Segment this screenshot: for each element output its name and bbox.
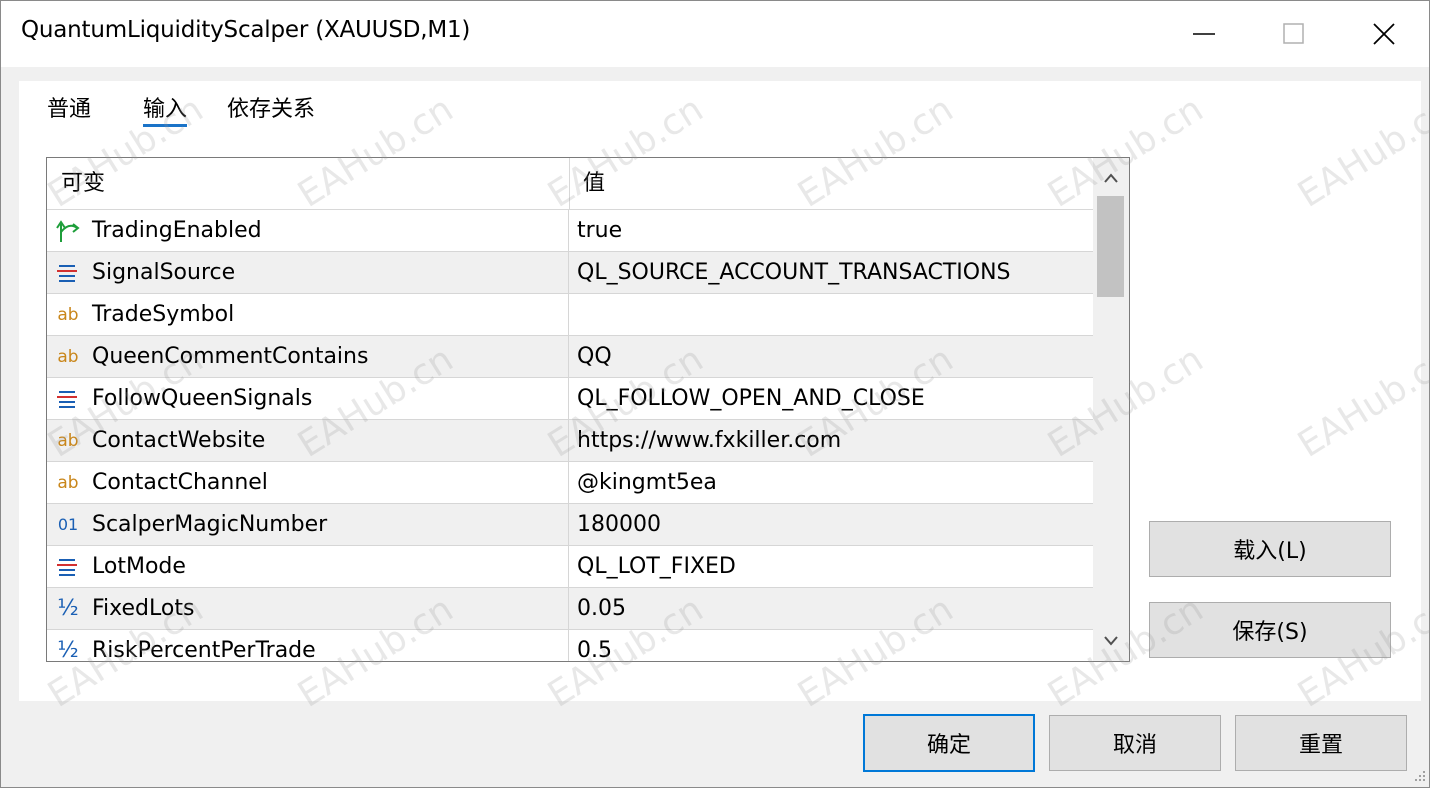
- name-cell: ab ContactWebsite: [47, 420, 569, 461]
- tab-inputs[interactable]: 输入: [143, 91, 188, 127]
- table-row[interactable]: TradingEnabled true: [47, 210, 1093, 252]
- parameter-name: ScalperMagicNumber: [92, 512, 328, 537]
- name-cell: TradingEnabled: [47, 210, 569, 251]
- double-fraction-icon: ½: [57, 638, 79, 662]
- parameter-value[interactable]: QL_SOURCE_ACCOUNT_TRANSACTIONS: [577, 252, 1011, 293]
- maximize-icon: [1283, 23, 1304, 44]
- parameter-name: SignalSource: [92, 260, 236, 285]
- chevron-up-icon: [1104, 173, 1118, 183]
- enum-list-icon: [55, 260, 81, 286]
- name-cell: ab QueenCommentContains: [47, 336, 569, 377]
- string-ab-icon: ab: [57, 347, 79, 367]
- parameter-value[interactable]: 180000: [577, 504, 661, 545]
- parameter-name: LotMode: [92, 554, 186, 579]
- integer-01-icon: 01: [57, 515, 79, 534]
- tab-dependencies[interactable]: 依存关系: [227, 91, 315, 127]
- table-row[interactable]: ab QueenCommentContains QQ: [47, 336, 1093, 378]
- cancel-button[interactable]: 取消: [1049, 715, 1221, 771]
- enum-list-icon: [55, 554, 81, 580]
- minimize-icon: [1193, 33, 1215, 35]
- parameter-value[interactable]: QL_LOT_FIXED: [577, 546, 736, 587]
- table-row[interactable]: ab ContactChannel @kingmt5ea: [47, 462, 1093, 504]
- parameter-name: TradeSymbol: [92, 302, 235, 327]
- name-cell: ab TradeSymbol: [47, 294, 569, 335]
- parameter-value[interactable]: https://www.fxkiller.com: [577, 420, 841, 461]
- parameter-name: RiskPercentPerTrade: [92, 638, 316, 662]
- table-row[interactable]: ab ContactWebsite https://www.fxkiller.c…: [47, 420, 1093, 462]
- parameter-value[interactable]: 0.5: [577, 630, 612, 661]
- scroll-thumb[interactable]: [1097, 196, 1124, 297]
- parameter-name: FollowQueenSignals: [92, 386, 313, 411]
- parameters-table: 可变 值 TradingEnabled true SignalSource QL…: [46, 157, 1130, 662]
- name-cell: 01 ScalperMagicNumber: [47, 504, 569, 545]
- parameter-name: QueenCommentContains: [92, 344, 369, 369]
- table-body: TradingEnabled true SignalSource QL_SOUR…: [47, 210, 1093, 662]
- ok-button[interactable]: 确定: [863, 714, 1035, 772]
- column-header-variable[interactable]: 可变: [61, 158, 105, 209]
- name-cell: LotMode: [47, 546, 569, 587]
- parameter-name: FixedLots: [92, 596, 195, 621]
- parameter-value[interactable]: true: [577, 210, 622, 251]
- column-header-value[interactable]: 值: [583, 158, 605, 209]
- parameter-value[interactable]: @kingmt5ea: [577, 462, 717, 503]
- dialog-window: QuantumLiquidityScalper (XAUUSD,M1) 普通 输…: [0, 0, 1430, 788]
- table-row[interactable]: SignalSource QL_SOURCE_ACCOUNT_TRANSACTI…: [47, 252, 1093, 294]
- minimize-button[interactable]: [1159, 1, 1249, 67]
- chevron-down-icon: [1104, 636, 1118, 646]
- parameter-value[interactable]: 0.05: [577, 588, 626, 629]
- maximize-button[interactable]: [1249, 1, 1339, 67]
- load-button[interactable]: 载入(L): [1149, 521, 1391, 577]
- tab-general[interactable]: 普通: [47, 91, 91, 127]
- double-fraction-icon: ½: [57, 596, 79, 621]
- table-row[interactable]: ½ FixedLots 0.05: [47, 588, 1093, 630]
- parameter-name: TradingEnabled: [92, 218, 262, 243]
- name-cell: ½ FixedLots: [47, 588, 569, 629]
- inputs-panel: 普通 输入 依存关系 可变 值 TradingEnabled true Sign…: [19, 81, 1421, 701]
- scroll-up-button[interactable]: [1093, 160, 1129, 196]
- bool-arrow-icon: [55, 218, 81, 244]
- name-cell: ½ RiskPercentPerTrade: [47, 630, 569, 662]
- parameter-name: ContactWebsite: [92, 428, 266, 453]
- table-header: 可变 值: [47, 158, 1093, 210]
- window-title: QuantumLiquidityScalper (XAUUSD,M1): [21, 17, 471, 43]
- table-row[interactable]: LotMode QL_LOT_FIXED: [47, 546, 1093, 588]
- close-icon: [1373, 23, 1395, 45]
- name-cell: SignalSource: [47, 252, 569, 293]
- table-row[interactable]: ab TradeSymbol: [47, 294, 1093, 336]
- table-row[interactable]: 01 ScalperMagicNumber 180000: [47, 504, 1093, 546]
- title-bar[interactable]: QuantumLiquidityScalper (XAUUSD,M1): [1, 1, 1429, 67]
- close-button[interactable]: [1339, 1, 1429, 67]
- string-ab-icon: ab: [57, 473, 79, 493]
- save-button[interactable]: 保存(S): [1149, 602, 1391, 658]
- scroll-down-button[interactable]: [1093, 623, 1129, 659]
- reset-button[interactable]: 重置: [1235, 715, 1407, 771]
- resize-grip-icon[interactable]: [1409, 767, 1427, 785]
- column-divider[interactable]: [569, 158, 570, 209]
- parameter-name: ContactChannel: [92, 470, 268, 495]
- parameter-value[interactable]: QQ: [577, 336, 612, 377]
- name-cell: FollowQueenSignals: [47, 378, 569, 419]
- string-ab-icon: ab: [57, 305, 79, 325]
- table-row[interactable]: ½ RiskPercentPerTrade 0.5: [47, 630, 1093, 662]
- table-row[interactable]: FollowQueenSignals QL_FOLLOW_OPEN_AND_CL…: [47, 378, 1093, 420]
- string-ab-icon: ab: [57, 431, 79, 451]
- parameter-value[interactable]: QL_FOLLOW_OPEN_AND_CLOSE: [577, 378, 925, 419]
- enum-list-icon: [55, 386, 81, 412]
- vertical-scrollbar[interactable]: [1093, 158, 1129, 661]
- name-cell: ab ContactChannel: [47, 462, 569, 503]
